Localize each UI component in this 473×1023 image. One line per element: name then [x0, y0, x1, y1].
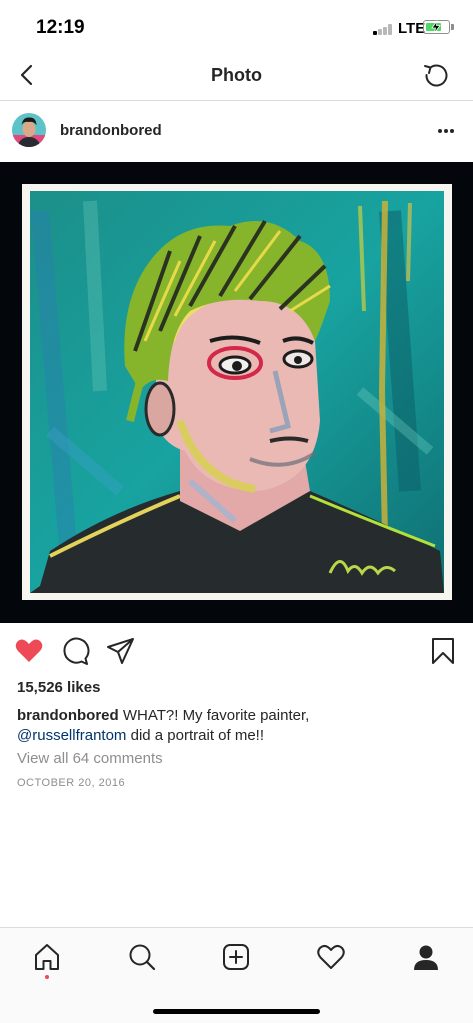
network-type: LTE	[398, 20, 426, 37]
post-photo[interactable]	[0, 162, 473, 623]
signal-strength-icon	[373, 23, 395, 35]
view-comments-link[interactable]: View all 64 comments	[17, 750, 163, 767]
bookmark-icon[interactable]	[428, 636, 458, 666]
refresh-icon[interactable]	[421, 60, 451, 90]
charging-bolt-icon	[431, 20, 441, 34]
post-username[interactable]: brandonbored	[60, 122, 162, 139]
comment-icon[interactable]	[60, 636, 90, 666]
post-header: brandonbored	[0, 102, 473, 162]
nav-bar: Photo	[0, 56, 473, 101]
home-icon[interactable]	[32, 942, 62, 972]
share-paper-plane-icon[interactable]	[105, 636, 135, 666]
home-indicator[interactable]	[153, 1009, 320, 1014]
avatar[interactable]	[12, 113, 46, 147]
status-time: 12:19	[36, 17, 85, 38]
caption-text: WHAT?! My favorite painter,	[122, 707, 310, 724]
profile-icon[interactable]	[411, 942, 441, 972]
search-icon[interactable]	[127, 942, 157, 972]
like-count[interactable]: 15,526 likes	[17, 679, 100, 696]
post-action-bar	[0, 630, 473, 674]
more-horizontal-icon[interactable]	[434, 119, 458, 143]
page-title: Photo	[211, 65, 262, 85]
post-date: OCTOBER 20, 2016	[17, 777, 126, 789]
photo-mat	[22, 184, 452, 600]
tab-bar	[0, 927, 473, 989]
profile-avatar	[12, 113, 46, 147]
home-notification-dot	[45, 975, 49, 979]
caption-text-end: did a portrait of me!!	[130, 727, 265, 744]
caption-mention[interactable]: @russellfrantom	[17, 727, 126, 744]
plus-square-icon[interactable]	[221, 942, 251, 972]
caption-username[interactable]: brandonbored	[17, 707, 119, 724]
battery-tip	[451, 24, 454, 30]
heart-outline-icon[interactable]	[316, 942, 346, 972]
painted-portrait-image	[30, 191, 444, 593]
home-indicator-area	[0, 989, 473, 1023]
post-caption: brandonbored WHAT?! My favorite painter,…	[17, 706, 457, 746]
heart-filled-icon[interactable]	[14, 636, 44, 666]
status-bar: 12:19 LTE	[0, 0, 473, 56]
